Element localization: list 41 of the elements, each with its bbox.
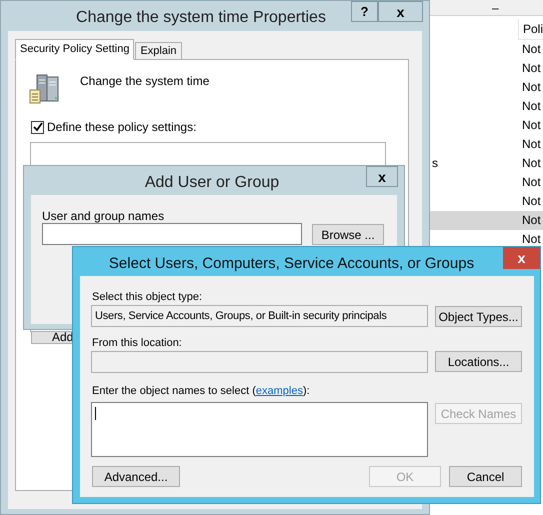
minimize-glyph[interactable]: – (492, 0, 499, 16)
names-field[interactable] (42, 223, 302, 245)
row-value: Not (522, 79, 541, 96)
examples-link[interactable]: examples (256, 385, 303, 397)
cancel-button[interactable]: Cancel (449, 466, 522, 487)
row-value: Not (522, 155, 541, 172)
check-icon (32, 122, 42, 132)
close-button[interactable]: x (503, 247, 540, 269)
field-label: Enter the object names to select (examples): (92, 384, 310, 399)
tab[interactable]: Security Policy Setting (15, 39, 134, 60)
server-icon (29, 73, 61, 105)
window-title: Change the system time Properties (75, 8, 327, 28)
object-types-button[interactable]: Object Types... (435, 306, 522, 327)
row-value: Not (522, 41, 541, 58)
window-title: Select Users, Computers, Service Accounts, or Groups (108, 254, 476, 274)
window-title: Add User or Group (144, 173, 280, 193)
field-label: From this location: (92, 336, 182, 351)
row-value: Not (522, 136, 541, 153)
row-value: Not (522, 174, 541, 191)
names-field[interactable] (91, 402, 428, 457)
browse-button[interactable]: Browse ... (312, 224, 384, 245)
tab[interactable]: Explain (135, 42, 182, 60)
row-name: s (432, 155, 438, 172)
object-type-field: Users, Service Accounts, Groups, or Built-in security principals (91, 305, 428, 327)
advanced-button[interactable]: Advanced... (92, 466, 180, 487)
policy-name: Change the system time (80, 73, 210, 90)
row-value: Not (522, 193, 541, 210)
row-value: Not (522, 231, 541, 248)
define-checkbox[interactable] (31, 120, 44, 134)
locations-button[interactable]: Locations... (435, 351, 522, 372)
field-label: Select this object type: (92, 290, 202, 305)
row-value: Not (522, 117, 541, 134)
field-label: User and group names (42, 208, 164, 225)
row-value: Not (522, 60, 541, 77)
list-row[interactable]: Not (430, 211, 543, 230)
close-button[interactable]: x (378, 1, 423, 22)
row-value: Not (522, 212, 541, 229)
row-value: Not (522, 98, 541, 115)
close-button[interactable]: x (366, 166, 398, 187)
checkbox-label: Define these policy settings: (47, 119, 196, 136)
help-button[interactable]: ? (351, 1, 378, 22)
